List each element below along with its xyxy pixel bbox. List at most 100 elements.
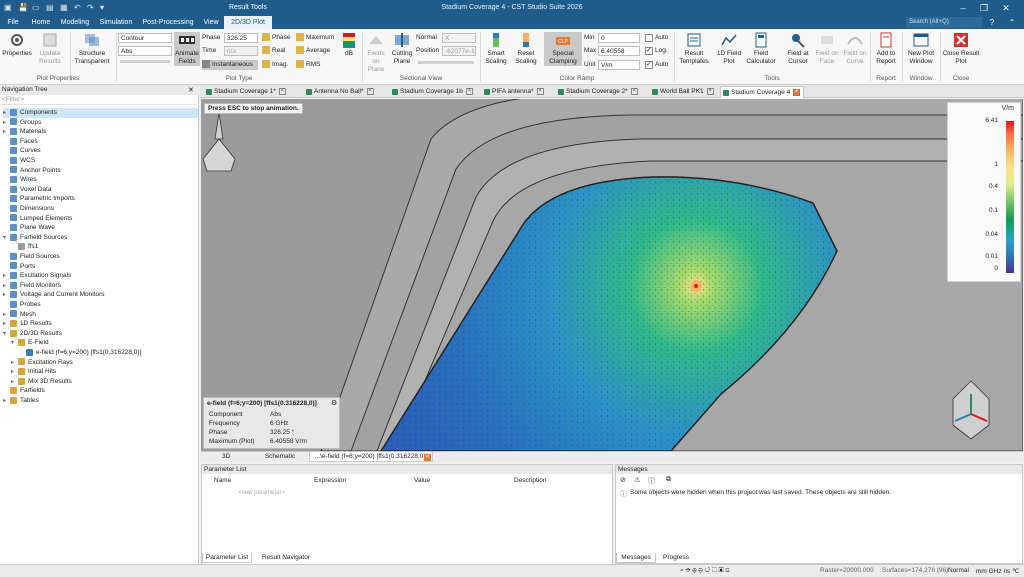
- animate-fields-button[interactable]: Animate Fields: [174, 32, 200, 66]
- close-panel-icon[interactable]: ✕: [188, 86, 194, 94]
- imag-button[interactable]: Imag.: [262, 60, 288, 70]
- tree-item[interactable]: ▸ Excitation Rays: [11, 358, 198, 368]
- rms-button[interactable]: RMS: [296, 60, 320, 70]
- tree-item[interactable]: ▸ Initial Hits: [11, 367, 198, 377]
- tree-item[interactable]: WCS: [3, 156, 198, 166]
- tab-modeling[interactable]: Modeling: [56, 16, 94, 29]
- tree-item[interactable]: Field Sources: [3, 252, 198, 262]
- tree-item[interactable]: ▸ Groups: [3, 118, 198, 128]
- field-at-cursor-button[interactable]: Field at Cursor: [784, 32, 812, 66]
- tree-item[interactable]: Lumped Elements: [3, 214, 198, 224]
- tree-item[interactable]: ▸ Excitation Signals: [3, 271, 198, 281]
- column-header-name[interactable]: Name: [214, 477, 231, 484]
- new-parameter-row[interactable]: <new parameter>: [238, 490, 285, 496]
- tree-item[interactable]: ▸ 1D Results: [3, 319, 198, 329]
- tree-item[interactable]: Wires: [3, 175, 198, 185]
- tree-item[interactable]: ▾ E-Field: [11, 338, 198, 348]
- column-header-value[interactable]: Value: [414, 477, 430, 484]
- tab-progress[interactable]: Progress: [658, 553, 694, 563]
- add-to-report-button[interactable]: Add to Report: [872, 32, 900, 66]
- tab-messages[interactable]: Messages: [616, 553, 656, 563]
- document-tab[interactable]: Stadium Coverage 1b ×: [390, 86, 480, 98]
- tab-view[interactable]: View: [198, 16, 224, 29]
- field-1d-plot-button[interactable]: 1D Field Plot: [714, 32, 744, 66]
- close-tab-icon[interactable]: ×: [630, 87, 638, 95]
- document-tab[interactable]: Antenna No Ball* ×: [304, 86, 388, 98]
- tree-item[interactable]: Ports: [3, 262, 198, 272]
- instantaneous-button[interactable]: Instantaneous: [202, 60, 258, 70]
- result-templates-button[interactable]: Result Templates: [676, 32, 712, 66]
- help-icon[interactable]: ?: [985, 17, 999, 29]
- search-input[interactable]: Search (Alt+Q): [906, 17, 982, 28]
- min-input[interactable]: 0: [598, 33, 640, 43]
- db-button[interactable]: dB: [338, 32, 360, 58]
- phase-button[interactable]: Phase: [262, 33, 290, 43]
- tab-simulation[interactable]: Simulation: [94, 16, 138, 29]
- tab-post-processing[interactable]: Post-Processing: [138, 16, 198, 29]
- ribbon-collapse-icon[interactable]: ⌃: [1005, 17, 1019, 29]
- unit-select[interactable]: V/m: [598, 60, 640, 70]
- close-window-icon[interactable]: ✕: [999, 2, 1013, 14]
- position-slider[interactable]: [418, 61, 474, 64]
- close-tab-icon[interactable]: ×: [465, 87, 473, 95]
- tree-item[interactable]: Curves: [3, 146, 198, 156]
- close-tab-icon[interactable]: ×: [706, 87, 714, 95]
- component-select[interactable]: Abs: [118, 46, 172, 56]
- tree-item[interactable]: Probes: [3, 300, 198, 310]
- auto-max-checkbox[interactable]: [645, 60, 653, 69]
- tree-item[interactable]: Plane Wave: [3, 223, 198, 233]
- tree-item[interactable]: Dimensions: [3, 204, 198, 214]
- tree-item[interactable]: Farfields: [3, 386, 198, 396]
- column-header-expression[interactable]: Expression: [314, 477, 346, 484]
- tree-item[interactable]: Parametric Imports: [3, 194, 198, 204]
- tree-item[interactable]: Faces: [3, 137, 198, 147]
- view-tab-e-field[interactable]: ...\e-field (f=6;y=200) [ffs1(0.316228,0…: [309, 452, 433, 462]
- structure-transparent-button[interactable]: Structure Transparent: [72, 32, 112, 66]
- phase-input[interactable]: 326.25: [224, 33, 258, 43]
- close-tab-icon[interactable]: ×: [793, 88, 801, 96]
- close-tab-icon[interactable]: ×: [278, 87, 286, 95]
- minimize-icon[interactable]: –: [956, 2, 970, 14]
- new-plot-window-button[interactable]: New Plot Window: [904, 32, 938, 66]
- document-tab[interactable]: Stadium Coverage 2* ×: [556, 86, 648, 98]
- log-checkbox[interactable]: [645, 46, 653, 55]
- warning-filter-icon[interactable]: ⚠: [634, 476, 640, 484]
- time-input[interactable]: n/a: [224, 46, 258, 56]
- tree-item[interactable]: ▸ Mesh: [3, 310, 198, 320]
- tree-item[interactable]: ▸ Materials: [3, 127, 198, 137]
- tab-2d-3d-plot[interactable]: 2D/3D Plot: [224, 16, 272, 29]
- normal-select[interactable]: X: [442, 33, 476, 43]
- document-tab[interactable]: Stadium Coverage 4 ×: [720, 86, 804, 98]
- maximum-button[interactable]: Maximum: [296, 33, 334, 43]
- tree-item[interactable]: ffs1: [11, 242, 198, 252]
- expand-toggle-icon[interactable]: ▾: [3, 234, 10, 244]
- tree-item[interactable]: ▸ Components: [3, 108, 198, 118]
- close-tab-icon[interactable]: ✕: [424, 454, 431, 461]
- tree-item[interactable]: ▸ Tables: [3, 396, 198, 406]
- tree-item[interactable]: ▸ Mix 3D Results: [11, 377, 198, 387]
- status-tools-icons[interactable]: ⌕ ✥ ⊕ ⊖ ↺ ⬚ ▣ ⊡: [680, 567, 729, 575]
- tree-item[interactable]: ▾ Farfield Sources: [3, 233, 198, 243]
- tree-item[interactable]: ▸ Voltage and Current Monitors: [3, 290, 198, 300]
- tree-item[interactable]: ▾ 2D/3D Results: [3, 329, 198, 339]
- fields-on-plane-button[interactable]: Fields on Plane: [364, 32, 388, 74]
- tab-result-navigator[interactable]: Result Navigator: [256, 553, 316, 563]
- copy-messages-icon[interactable]: ⧉: [666, 476, 671, 484]
- info-filter-icon[interactable]: ⓘ: [648, 476, 655, 486]
- reset-scaling-button[interactable]: Reset Scaling: [512, 32, 540, 66]
- 3d-viewport[interactable]: Press ESC to stop animation. V/m 6.41 1 0.…: [201, 99, 1023, 451]
- update-results-button[interactable]: Update Results: [34, 32, 66, 66]
- tree-item[interactable]: e-field (f=6;y=200) [ffs1(0.316228,0)]: [19, 348, 198, 358]
- max-input[interactable]: 6.40558: [598, 46, 640, 56]
- field-on-face-button[interactable]: Field on Face: [814, 32, 840, 66]
- tree-item[interactable]: Anchor Points: [3, 166, 198, 176]
- real-button[interactable]: Real: [262, 46, 285, 56]
- expand-toggle-icon[interactable]: ▸: [3, 397, 10, 407]
- tab-parameter-list[interactable]: Parameter List: [202, 553, 252, 563]
- tree-item[interactable]: ▸ Field Monitors: [3, 281, 198, 291]
- close-tab-icon[interactable]: ×: [366, 87, 374, 95]
- cutting-plane-button[interactable]: Cutting Plane: [390, 32, 414, 66]
- contour-select[interactable]: Contour: [118, 33, 172, 43]
- properties-button[interactable]: Properties: [2, 32, 32, 58]
- phase-slider[interactable]: [120, 60, 170, 63]
